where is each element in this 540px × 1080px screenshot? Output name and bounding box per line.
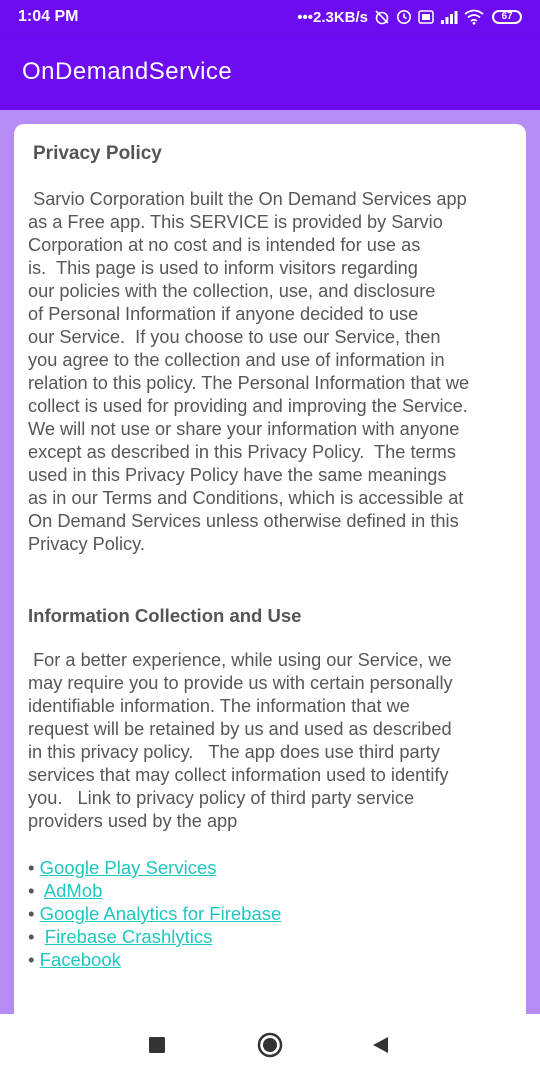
home-button[interactable]: [246, 1023, 294, 1071]
back-icon: [371, 1036, 389, 1059]
status-bar: 1:04 PM •••2.3KB/s 67: [0, 0, 540, 34]
back-button[interactable]: [356, 1023, 404, 1071]
volte-icon: [418, 9, 434, 25]
content-area[interactable]: Privacy Policy Sarvio Corporation built …: [0, 110, 540, 1014]
wifi-icon: [464, 9, 484, 25]
intro-paragraph: Sarvio Corporation built the On Demand S…: [28, 189, 470, 554]
network-speed: •••2.3KB/s: [297, 8, 368, 26]
list-item: • Facebook: [28, 948, 512, 971]
link-admob[interactable]: AdMob: [44, 880, 103, 901]
bullet: •: [28, 857, 40, 878]
battery-icon: 67: [492, 10, 522, 24]
signal-icon: [440, 10, 458, 24]
link-facebook[interactable]: Facebook: [40, 949, 121, 970]
third-party-links: • Google Play Services • AdMob • Google …: [28, 856, 512, 971]
home-icon: [257, 1032, 283, 1063]
status-time: 1:04 PM: [18, 8, 79, 25]
list-item: • Google Analytics for Firebase: [28, 902, 512, 925]
bullet: •: [28, 880, 44, 901]
recents-icon: [148, 1036, 166, 1059]
battery-level: 67: [501, 11, 513, 22]
privacy-policy-card: Privacy Policy Sarvio Corporation built …: [14, 124, 526, 1014]
app-bar: OnDemandService: [0, 34, 540, 110]
app-title: OnDemandService: [22, 58, 233, 85]
alarm-off-icon: [374, 9, 390, 25]
link-firebase-crashlytics[interactable]: Firebase Crashlytics: [45, 926, 213, 947]
section-heading: Information Collection and Use: [28, 605, 302, 626]
bullet: •: [28, 903, 40, 924]
page-title: Privacy Policy: [33, 143, 162, 164]
status-icons: •••2.3KB/s 67: [297, 9, 522, 26]
bullet: •: [28, 926, 45, 947]
link-google-play-services[interactable]: Google Play Services: [40, 857, 217, 878]
recents-button[interactable]: [133, 1023, 181, 1071]
navigation-bar: [0, 1014, 540, 1080]
list-item: • Firebase Crashlytics: [28, 925, 512, 948]
list-item: • Google Play Services: [28, 856, 512, 879]
section-paragraph: For a better experience, while using our…: [28, 650, 453, 831]
bullet: •: [28, 949, 40, 970]
list-item: • AdMob: [28, 879, 512, 902]
clock-icon: [396, 9, 412, 25]
link-google-analytics-firebase[interactable]: Google Analytics for Firebase: [40, 903, 282, 924]
